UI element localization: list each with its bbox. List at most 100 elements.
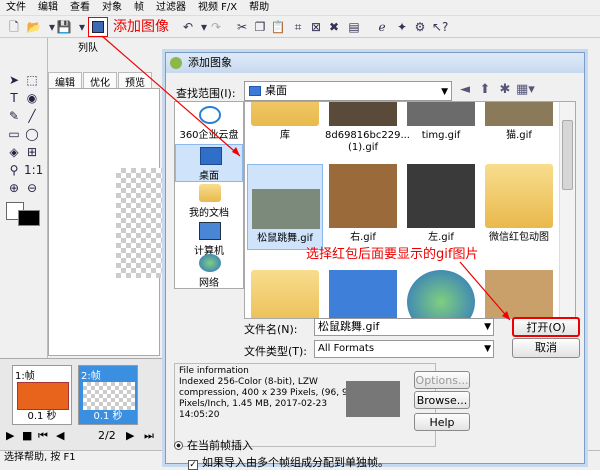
dialog-title: 添加图象: [166, 53, 584, 73]
play-icon[interactable]: ▶: [6, 429, 14, 442]
foreground-color-swatch[interactable]: [18, 210, 40, 226]
file-name-input[interactable]: 松鼠跳舞.gif ▼: [314, 318, 494, 336]
zoom-in-icon[interactable]: ⊕: [6, 180, 22, 196]
open-folder-icon[interactable]: 📂: [26, 19, 42, 35]
open-button[interactable]: 打开(O): [512, 317, 580, 337]
file-item[interactable]: [325, 270, 401, 318]
places-bar: 360企业云盘 桌面 我的文档 计算机 网络: [174, 101, 244, 289]
actual-size-icon[interactable]: 1:1: [24, 162, 43, 178]
file-item[interactable]: 库: [247, 102, 323, 158]
checkbox[interactable]: ✓: [188, 460, 198, 470]
help-pointer-icon[interactable]: ↖?: [432, 19, 448, 35]
frame-1[interactable]: 1:帧 0.1 秒: [12, 365, 72, 425]
settings-icon[interactable]: ⚙: [412, 19, 428, 35]
line-tool-icon[interactable]: ╱: [24, 108, 40, 124]
zoom-tool-icon[interactable]: ◉: [24, 90, 40, 106]
menu-edit[interactable]: 编辑: [32, 0, 64, 15]
file-item[interactable]: 8d69816bc229...(1).gif: [325, 102, 410, 158]
file-item[interactable]: [403, 270, 479, 318]
computer-icon: [329, 270, 397, 318]
first-frame-icon[interactable]: ⏮: [38, 429, 48, 443]
chevron-down-icon[interactable]: ▼: [484, 319, 491, 335]
look-in-value: 桌面: [265, 84, 287, 97]
next-frame-icon[interactable]: ▶: [126, 429, 134, 442]
place-network[interactable]: 网络: [175, 252, 243, 290]
file-item[interactable]: 右.gif: [325, 164, 401, 260]
frames-icon[interactable]: ▤: [346, 19, 362, 35]
cloud-icon: [199, 106, 221, 124]
stop-icon[interactable]: ■: [22, 429, 32, 442]
options-button[interactable]: Options...: [414, 371, 470, 389]
vertical-scrollbar[interactable]: [559, 102, 575, 318]
frame-2[interactable]: 2:帧 0.1 秒: [78, 365, 138, 425]
menu-frame[interactable]: 帧: [128, 0, 150, 15]
view-menu-icon[interactable]: ▦▾: [516, 81, 535, 99]
paste-icon[interactable]: 📋: [270, 19, 286, 35]
browse-button[interactable]: Browse...: [414, 391, 470, 409]
gif-thumbnail: [329, 102, 397, 126]
gif-thumbnail: [329, 164, 397, 228]
cancel-button[interactable]: 取消: [512, 338, 580, 358]
help-button[interactable]: Help: [414, 413, 470, 431]
split-frames-option[interactable]: ✓ 如果导入由多个帧组成分配到单独帧。: [188, 454, 389, 470]
fill-tool-icon[interactable]: ◈: [6, 144, 22, 160]
eyedropper-tool-icon[interactable]: ⚲: [6, 162, 22, 178]
close-icon[interactable]: ✖: [326, 19, 342, 35]
redo-icon[interactable]: ↷: [208, 19, 224, 35]
place-desktop[interactable]: 桌面: [175, 144, 243, 182]
brush-tool-icon[interactable]: ✎: [6, 108, 22, 124]
menu-object[interactable]: 对象: [96, 0, 128, 15]
right-scroll-strip[interactable]: [588, 38, 600, 450]
prev-frame-icon[interactable]: ◀: [56, 429, 64, 442]
place-cloud-disk[interactable]: 360企业云盘: [175, 104, 243, 142]
new-file-icon[interactable]: 🗋: [6, 19, 22, 35]
insert-at-current-frame-option[interactable]: 在当前帧插入: [174, 437, 253, 453]
zoom-out-icon[interactable]: ⊖: [24, 180, 40, 196]
cut-icon[interactable]: ✂: [234, 19, 250, 35]
back-icon[interactable]: ◄: [456, 81, 474, 99]
file-type-select[interactable]: All Formats ▼: [314, 340, 494, 358]
copy-icon[interactable]: ❐: [252, 19, 268, 35]
documents-folder-icon: [199, 184, 221, 202]
delete-frame-icon[interactable]: ⊠: [308, 19, 324, 35]
file-item[interactable]: 猫.gif: [481, 102, 557, 158]
scrollbar-thumb[interactable]: [562, 120, 573, 190]
frame-thumbnail: [83, 382, 135, 410]
text-tool-icon[interactable]: T: [6, 90, 22, 106]
file-item-selected[interactable]: 松鼠跳舞.gif: [247, 164, 323, 250]
menu-view[interactable]: 查看: [64, 0, 96, 15]
menu-file[interactable]: 文件: [0, 0, 32, 15]
file-type-label: 文件类型(T):: [244, 345, 308, 358]
tool-palette: ➤ ⬚ T ◉ ✎ ╱ ▭ ◯ ◈ ⊞ ⚲ 1:1 ⊕ ⊖: [0, 38, 48, 358]
menu-help[interactable]: 帮助: [243, 0, 275, 15]
place-my-documents[interactable]: 我的文档: [175, 182, 243, 220]
pointer-tool-icon[interactable]: ➤: [6, 72, 22, 88]
transparent-canvas[interactable]: [116, 168, 162, 278]
desktop-icon: [249, 86, 261, 96]
file-item[interactable]: 左.gif: [403, 164, 479, 260]
preview-thumbnail: [346, 381, 400, 417]
crop-icon[interactable]: ⌗: [290, 19, 306, 35]
rect-tool-icon[interactable]: ▭: [6, 126, 22, 142]
look-in-select[interactable]: 桌面 ▼: [244, 81, 452, 101]
menu-video-fx[interactable]: 视频 F/X: [192, 0, 243, 15]
file-item[interactable]: [481, 270, 557, 318]
last-frame-icon[interactable]: ⏭: [144, 429, 154, 443]
new-folder-icon[interactable]: ✱: [496, 81, 514, 99]
undo-icon[interactable]: ↶: [180, 19, 196, 35]
up-folder-icon[interactable]: ⬆: [476, 81, 494, 99]
ellipse-tool-icon[interactable]: ◯: [24, 126, 40, 142]
marquee-tool-icon[interactable]: ⬚: [24, 72, 40, 88]
radio-button[interactable]: [174, 441, 183, 450]
file-item[interactable]: 微信红包动图: [481, 164, 557, 260]
file-item[interactable]: timg.gif: [403, 102, 479, 158]
grid-tool-icon[interactable]: ⊞: [24, 144, 40, 160]
browser-icon[interactable]: ℯ: [374, 19, 390, 35]
gif-thumbnail: [407, 102, 475, 126]
file-list: 库 8d69816bc229...(1).gif timg.gif 猫.gif …: [244, 101, 576, 319]
wizard-icon[interactable]: ✦: [394, 19, 410, 35]
menu-filter[interactable]: 过滤器: [150, 0, 192, 15]
save-icon[interactable]: 💾: [56, 19, 72, 35]
add-image-button[interactable]: [88, 17, 108, 37]
file-item[interactable]: [247, 270, 323, 318]
